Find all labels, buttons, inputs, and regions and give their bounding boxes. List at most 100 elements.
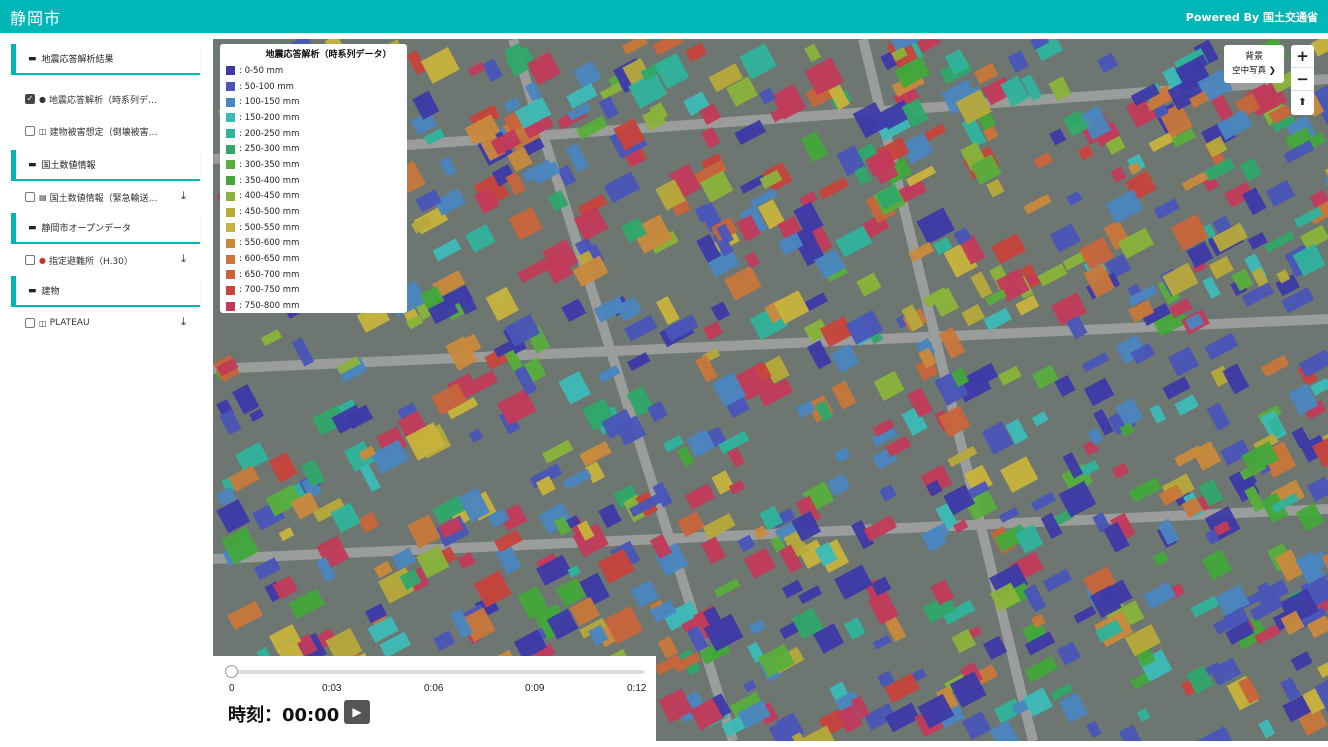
category-label: 国土数値情報 [41,161,96,171]
legend-label: : 100-150 mm [239,97,300,108]
tick-label: 0:06 [424,683,444,694]
category-label: 建物 [41,287,60,297]
tick-label: 0:03 [322,683,342,694]
legend-swatch [226,160,235,170]
legend-entry: : 50-100 mm [226,79,401,95]
time-slider-handle[interactable] [225,665,238,678]
legend-entry: : 500-550 mm [226,220,401,236]
layer-label: 指定避難所（H.30） [48,256,133,267]
legend-entry: : 100-150 mm [226,94,401,110]
tick-label: 0 [229,683,235,694]
legend-swatch [226,97,235,107]
legend-label: : 650-700 mm [239,269,300,280]
legend-label: : 0-50 mm [239,65,284,76]
legend-swatch [226,191,235,201]
legend-swatch [226,82,235,92]
legend-swatch [226,238,235,248]
background-select[interactable]: 空中写真 ❯ [1224,64,1284,76]
legend-entry: : 650-700 mm [226,267,401,283]
checkbox[interactable] [25,126,35,136]
legend-label: : 750-800 mm [239,301,300,312]
legend-entry: : 600-650 mm [226,251,401,267]
download-icon[interactable]: ⤓ [181,252,186,266]
legend-swatch [226,254,235,264]
legend-label: : 300-350 mm [239,159,300,170]
category-open-data[interactable]: ▬ 静岡市オープンデータ [11,213,200,244]
layer-label: 国土数値情報（緊急輸送… [49,193,158,204]
legend-panel: 地震応答解析（時系列データ） : 0-50 mm : 50-100 mm : 100… [220,44,407,313]
background-selector[interactable]: 背景 空中写真 ❯ [1224,45,1284,83]
layer-panel: ▬ 地震応答解析結果 ✓ ● 地震応答解析（時系列デ… ◫ 建物被害想定（倒壊被… [11,44,200,339]
legend-entry: : 300-350 mm [226,157,401,173]
legend-swatch [226,66,235,76]
layer-label: 地震応答解析（時系列デ… [48,95,157,106]
checkbox[interactable] [25,318,35,328]
legend-swatch [226,144,235,154]
legend-label: : 200-250 mm [239,128,300,139]
point-icon: ● [39,94,46,104]
folder-icon: ▬ [28,159,37,170]
download-icon[interactable]: ⤓ [181,315,186,329]
legend-swatch [226,301,235,311]
legend-entry: : 350-400 mm [226,173,401,189]
legend-label: : 250-300 mm [239,144,300,155]
legend-swatch [226,207,235,217]
zoom-in-button[interactable]: + [1291,45,1314,68]
layer-item-building-damage[interactable]: ◫ 建物被害想定（倒壊被害… [11,115,200,147]
play-button[interactable]: ▶ [344,700,370,724]
folder-icon: ▬ [28,285,37,296]
point-icon: ● [39,255,46,265]
legend-entry: : 0-50 mm [226,63,401,79]
legend-entry: : 250-300 mm [226,141,401,157]
layer-item-plateau[interactable]: ◫ PLATEAU ⤓ [11,307,200,339]
layer-label: 建物被害想定（倒壊被害… [49,127,158,138]
legend-label: : 700-750 mm [239,285,300,296]
download-icon[interactable]: ⤓ [181,189,186,203]
layer-item-emergency-route[interactable]: ▤ 国土数値情報（緊急輸送… ⤓ [11,181,200,213]
legend-title: 地震応答解析（時系列データ） [265,50,392,60]
layer-item-seismic-timeseries[interactable]: ✓ ● 地震応答解析（時系列デ… [11,83,200,115]
legend-label: : 350-400 mm [239,175,300,186]
legend-swatch [226,129,235,139]
legend-label: : 450-500 mm [239,207,300,218]
legend-entry: : 450-500 mm [226,204,401,220]
category-buildings[interactable]: ▬ 建物 [11,276,200,307]
category-label: 静岡市オープンデータ [41,224,131,234]
checkbox[interactable]: ✓ [25,94,35,104]
layer-item-shelters[interactable]: ● 指定避難所（H.30） ⤓ [11,244,200,276]
legend-entry: : 750-800 mm [226,298,401,314]
app-header: 静岡市 Powered By 国土交通省 [0,0,1328,33]
legend-entry: : 150-200 mm [226,110,401,126]
tick-label: 0:12 [627,683,647,694]
legend-label: : 600-650 mm [239,254,300,265]
legend-swatch [226,176,235,186]
category-label: 地震応答解析結果 [41,55,114,65]
time-display: 時刻：00:00 [228,705,340,726]
legend-entry: : 400-450 mm [226,189,401,205]
folder-icon: ▬ [28,53,37,64]
layer-label: PLATEAU [49,318,90,328]
checkbox[interactable] [25,255,35,265]
legend-swatch [226,270,235,280]
category-national-land[interactable]: ▬ 国土数値情報 [11,150,200,181]
checkbox[interactable] [25,192,35,202]
compass-icon[interactable]: ⬆ [1291,91,1314,114]
zoom-out-button[interactable]: − [1291,68,1314,91]
app-title: 静岡市 [10,8,62,28]
timeline-panel: 0 0:03 0:06 0:09 0:12 時刻：00:00 ▶ [213,656,656,747]
folder-icon: ▬ [28,222,37,233]
legend-entry: : 550-600 mm [226,236,401,252]
legend-entry: : 700-750 mm [226,283,401,299]
legend-label: : 150-200 mm [239,112,300,123]
tick-label: 0:09 [525,683,545,694]
legend-label: : 400-450 mm [239,191,300,202]
legend-swatch [226,285,235,295]
legend-swatch [226,113,235,123]
legend-entry: : 200-250 mm [226,126,401,142]
building-icon: ◫ [39,126,47,136]
legend-label: : 550-600 mm [239,238,300,249]
legend-label: : 500-550 mm [239,222,300,233]
legend-swatch [226,223,235,233]
category-seismic[interactable]: ▬ 地震応答解析結果 [11,44,200,75]
time-slider-track[interactable] [232,670,644,674]
